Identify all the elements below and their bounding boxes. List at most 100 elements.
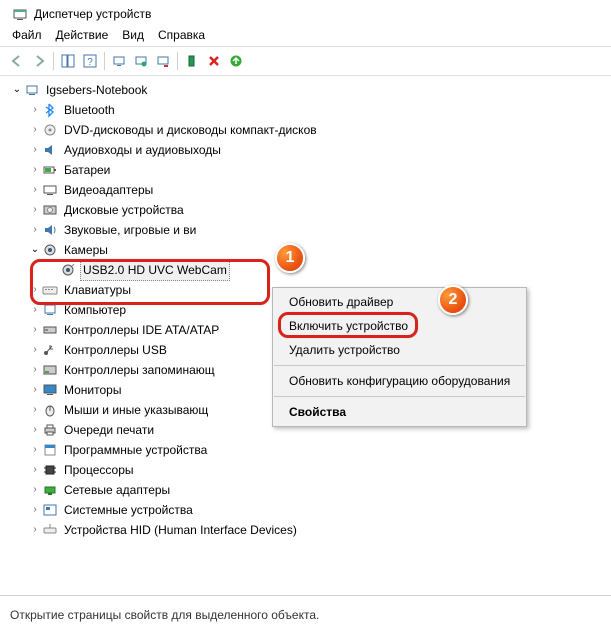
tree-item-label: USB2.0 HD UVC WebCam <box>80 259 230 281</box>
expand-icon[interactable]: › <box>28 480 42 500</box>
toolbar-separator <box>177 52 178 70</box>
soft-icon <box>42 442 58 458</box>
expand-icon[interactable]: › <box>28 300 42 320</box>
scan-button[interactable] <box>108 50 130 72</box>
context-menu-item[interactable]: Свойства <box>273 400 526 424</box>
tree-item[interactable]: › Системные устройства <box>10 500 607 520</box>
context-menu-item[interactable]: Обновить драйвер <box>273 290 526 314</box>
context-menu-item[interactable]: Удалить устройство <box>273 338 526 362</box>
tree-item-label: Контроллеры запоминающ <box>62 360 217 380</box>
tree-item-label: Очереди печати <box>62 420 156 440</box>
tree-item-label: Видеоадаптеры <box>62 180 155 200</box>
enable-button[interactable] <box>225 50 247 72</box>
tree-item-label: Батареи <box>62 160 112 180</box>
tree-item-label: Звуковые, игровые и ви <box>62 220 198 240</box>
remove-button[interactable] <box>203 50 225 72</box>
tree-item[interactable]: › Видеоадаптеры <box>10 180 607 200</box>
menu-divider <box>274 396 525 397</box>
expand-icon[interactable]: ⌄ <box>10 80 24 100</box>
expand-icon[interactable]: › <box>28 360 42 380</box>
dvd-icon <box>42 122 58 138</box>
expand-icon[interactable]: › <box>28 420 42 440</box>
tree-item-label: Bluetooth <box>62 100 117 120</box>
expand-icon[interactable]: ⌄ <box>28 240 42 260</box>
mon-icon <box>42 382 58 398</box>
expand-icon[interactable]: › <box>28 400 42 420</box>
tree-item[interactable]: › Процессоры <box>10 460 607 480</box>
toolbar-separator <box>104 52 105 70</box>
tree-item-label: Мониторы <box>62 380 123 400</box>
tree-item-label: Клавиатуры <box>62 280 133 300</box>
expand-icon[interactable]: › <box>28 320 42 340</box>
gpu-icon <box>42 182 58 198</box>
print-icon <box>42 422 58 438</box>
tree-item[interactable]: › Устройства HID (Human Interface Device… <box>10 520 607 540</box>
tree-item-label: Системные устройства <box>62 500 195 520</box>
pc-icon <box>42 302 58 318</box>
tree-item-label: Аудиовходы и аудиовыходы <box>62 140 223 160</box>
expand-icon[interactable]: › <box>28 340 42 360</box>
tree-item-label: Мыши и иные указывающ <box>62 400 210 420</box>
tree-item-label: Камеры <box>62 240 110 260</box>
tree-item-label: Контроллеры USB <box>62 340 169 360</box>
tree-item[interactable]: › Батареи <box>10 160 607 180</box>
menubar: Файл Действие Вид Справка <box>0 26 611 46</box>
window-title: Диспетчер устройств <box>34 7 151 21</box>
update-button[interactable] <box>152 50 174 72</box>
tree-item[interactable]: › DVD-дисководы и дисководы компакт-диск… <box>10 120 607 140</box>
net-icon <box>42 482 58 498</box>
expand-icon[interactable]: › <box>28 440 42 460</box>
expand-icon[interactable]: › <box>28 220 42 240</box>
show-hide-button[interactable] <box>57 50 79 72</box>
statusbar: Открытие страницы свойств для выделенног… <box>0 604 611 632</box>
tree-item-label: Процессоры <box>62 460 136 480</box>
disk-icon <box>42 202 58 218</box>
tree-item-label: Устройства HID (Human Interface Devices) <box>62 520 299 540</box>
sys-icon <box>42 502 58 518</box>
menu-action[interactable]: Действие <box>56 28 109 42</box>
tree-item[interactable]: › Звуковые, игровые и ви <box>10 220 607 240</box>
audio-icon <box>42 142 58 158</box>
expand-icon[interactable]: › <box>28 120 42 140</box>
menu-view[interactable]: Вид <box>122 28 144 42</box>
usb-icon <box>42 342 58 358</box>
device-manager-window: Диспетчер устройств Файл Действие Вид Сп… <box>0 0 611 632</box>
tree-item[interactable]: › Дисковые устройства <box>10 200 607 220</box>
help-button[interactable]: ? <box>79 50 101 72</box>
tree-item-label: Дисковые устройства <box>62 200 186 220</box>
toolbar-separator <box>53 52 54 70</box>
expand-icon[interactable]: › <box>28 140 42 160</box>
tree-item-child[interactable]: USB2.0 HD UVC WebCam <box>10 260 607 280</box>
tree-root[interactable]: ⌄ Igsebers-Notebook <box>10 80 607 100</box>
back-button[interactable] <box>6 50 28 72</box>
expand-icon[interactable]: › <box>28 180 42 200</box>
tree-item[interactable]: › Программные устройства <box>10 440 607 460</box>
device-button[interactable] <box>181 50 203 72</box>
menu-file[interactable]: Файл <box>12 28 42 42</box>
tree-item-label: DVD-дисководы и дисководы компакт-дисков <box>62 120 319 140</box>
bat-icon <box>42 162 58 178</box>
expand-icon[interactable]: › <box>28 200 42 220</box>
forward-button[interactable] <box>28 50 50 72</box>
snd-icon <box>42 222 58 238</box>
context-menu-item[interactable]: Обновить конфигурацию оборудования <box>273 369 526 393</box>
expand-icon[interactable]: › <box>28 380 42 400</box>
tree-item[interactable]: › Сетевые адаптеры <box>10 480 607 500</box>
expand-icon[interactable]: › <box>28 460 42 480</box>
expand-icon[interactable]: › <box>28 500 42 520</box>
menu-help[interactable]: Справка <box>158 28 205 42</box>
tree-item[interactable]: › Аудиовходы и аудиовыходы <box>10 140 607 160</box>
expand-icon[interactable]: › <box>28 100 42 120</box>
tree-item[interactable]: ⌄ Камеры <box>10 240 607 260</box>
expand-icon[interactable]: › <box>28 280 42 300</box>
action-button[interactable] <box>130 50 152 72</box>
tree-item-label: Компьютер <box>62 300 128 320</box>
tree-item[interactable]: › Bluetooth <box>10 100 607 120</box>
tree-root-label: Igsebers-Notebook <box>44 80 149 100</box>
menu-divider <box>274 365 525 366</box>
tree-item-label: Сетевые адаптеры <box>62 480 172 500</box>
context-menu-item[interactable]: Включить устройство <box>273 314 526 338</box>
expand-icon[interactable]: › <box>28 160 42 180</box>
expand-icon[interactable]: › <box>28 520 42 540</box>
svg-text:?: ? <box>87 57 93 68</box>
